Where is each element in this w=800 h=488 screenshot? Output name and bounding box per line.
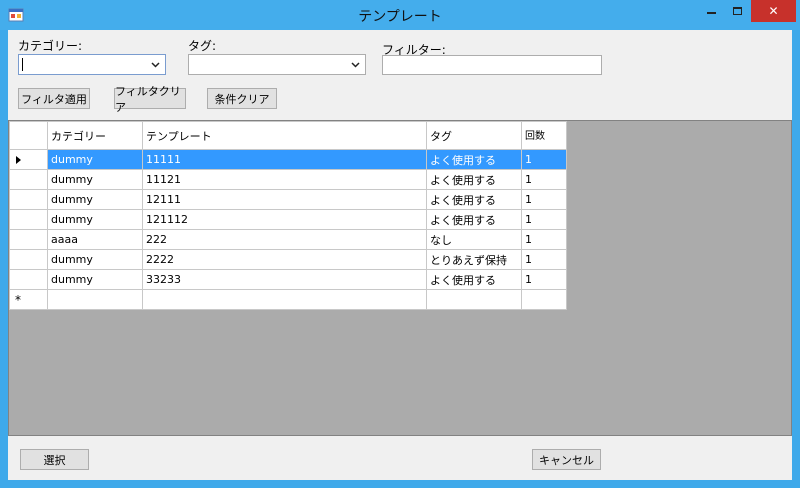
- cell-template[interactable]: 33233: [142, 269, 427, 290]
- cell-tag[interactable]: よく使用する: [426, 269, 522, 290]
- cell-category[interactable]: dummy: [47, 149, 143, 170]
- cell-template[interactable]: [142, 289, 427, 310]
- window-title: テンプレート: [358, 9, 442, 25]
- clear-conditions-button[interactable]: 条件クリア: [207, 88, 277, 109]
- table-row[interactable]: dummy 121112 よく使用する 1: [9, 209, 567, 230]
- table-row[interactable]: dummy 11111 よく使用する 1: [9, 149, 567, 170]
- cell-count[interactable]: 1: [521, 189, 567, 210]
- cell-category[interactable]: dummy: [47, 169, 143, 190]
- cell-template[interactable]: 121112: [142, 209, 427, 230]
- cell-tag[interactable]: なし: [426, 229, 522, 250]
- apply-filter-button[interactable]: フィルタ適用: [18, 88, 90, 109]
- row-header[interactable]: [9, 149, 48, 170]
- cell-count[interactable]: [521, 289, 567, 310]
- column-header-tag[interactable]: タグ: [426, 121, 522, 150]
- cell-tag[interactable]: よく使用する: [426, 149, 522, 170]
- minimize-icon: [706, 12, 716, 14]
- cell-count[interactable]: 1: [521, 169, 567, 190]
- window: テンプレート ✕ カテゴリー: タグ: フィルター: フィルタ適用 フィルタクリ…: [0, 0, 800, 488]
- current-row-icon: [16, 156, 21, 164]
- chevron-down-icon[interactable]: [348, 55, 362, 74]
- template-grid[interactable]: カテゴリー テンプレート タグ 回数 dummy 11111 よく使用する 1 dumm…: [8, 120, 792, 436]
- cell-category[interactable]: [47, 289, 143, 310]
- cell-tag[interactable]: よく使用する: [426, 189, 522, 210]
- cell-template[interactable]: 222: [142, 229, 427, 250]
- text-caret: [22, 58, 23, 71]
- row-header[interactable]: [9, 189, 48, 210]
- title-bar[interactable]: テンプレート ✕: [0, 0, 800, 30]
- row-header[interactable]: [9, 169, 48, 190]
- cell-category[interactable]: aaaa: [47, 229, 143, 250]
- cell-template[interactable]: 11111: [142, 149, 427, 170]
- clear-filter-button[interactable]: フィルタクリア: [114, 85, 186, 114]
- header-row: カテゴリー テンプレート タグ 回数: [9, 121, 567, 150]
- table-row[interactable]: dummy 33233 よく使用する 1: [9, 269, 567, 290]
- cell-tag[interactable]: よく使用する: [426, 169, 522, 190]
- column-header-count[interactable]: 回数: [521, 121, 567, 150]
- category-label: カテゴリー:: [18, 39, 83, 53]
- table-row[interactable]: dummy 11121 よく使用する 1: [9, 169, 567, 190]
- client-area: カテゴリー: タグ: フィルター: フィルタ適用 フィルタクリア 条件クリア カ…: [8, 30, 792, 480]
- cell-template[interactable]: 2222: [142, 249, 427, 270]
- column-header-count-label: 回数: [525, 131, 545, 142]
- close-button[interactable]: ✕: [751, 0, 796, 22]
- maximize-button[interactable]: [724, 0, 750, 22]
- cell-category[interactable]: dummy: [47, 269, 143, 290]
- cell-template[interactable]: 12111: [142, 189, 427, 210]
- tag-label: タグ:: [188, 39, 217, 53]
- maximize-icon: [732, 7, 742, 15]
- cell-count[interactable]: 1: [521, 229, 567, 250]
- template-table: カテゴリー テンプレート タグ 回数 dummy 11111 よく使用する 1 dumm…: [9, 121, 567, 310]
- corner-header[interactable]: [9, 121, 48, 150]
- category-combobox[interactable]: [18, 54, 166, 75]
- cell-count[interactable]: 1: [521, 149, 567, 170]
- cell-tag[interactable]: とりあえず保持: [426, 249, 522, 270]
- column-header-template[interactable]: テンプレート: [142, 121, 427, 150]
- cell-count[interactable]: 1: [521, 269, 567, 290]
- new-row[interactable]: *: [9, 289, 567, 310]
- grid-body: dummy 11111 よく使用する 1 dummy 11121 よく使用する 1 dummy 1…: [9, 149, 567, 310]
- row-header[interactable]: *: [9, 289, 48, 310]
- cell-category[interactable]: dummy: [47, 209, 143, 230]
- cell-tag[interactable]: よく使用する: [426, 209, 522, 230]
- table-row[interactable]: dummy 12111 よく使用する 1: [9, 189, 567, 210]
- row-header[interactable]: [9, 249, 48, 270]
- close-icon: ✕: [768, 4, 779, 18]
- cell-tag[interactable]: [426, 289, 522, 310]
- minimize-button[interactable]: [698, 0, 724, 22]
- new-row-icon: *: [15, 292, 21, 307]
- cell-template[interactable]: 11121: [142, 169, 427, 190]
- row-header[interactable]: [9, 269, 48, 290]
- column-header-category[interactable]: カテゴリー: [47, 121, 143, 150]
- row-header[interactable]: [9, 229, 48, 250]
- tag-combobox[interactable]: [188, 54, 366, 75]
- select-button[interactable]: 選択: [20, 449, 89, 470]
- cell-count[interactable]: 1: [521, 209, 567, 230]
- cell-category[interactable]: dummy: [47, 189, 143, 210]
- cell-count[interactable]: 1: [521, 249, 567, 270]
- chevron-down-icon[interactable]: [148, 55, 162, 74]
- table-row[interactable]: dummy 2222 とりあえず保持 1: [9, 249, 567, 270]
- filter-input[interactable]: [382, 55, 602, 75]
- cell-category[interactable]: dummy: [47, 249, 143, 270]
- table-row[interactable]: aaaa 222 なし 1: [9, 229, 567, 250]
- row-header[interactable]: [9, 209, 48, 230]
- cancel-button[interactable]: キャンセル: [532, 449, 601, 470]
